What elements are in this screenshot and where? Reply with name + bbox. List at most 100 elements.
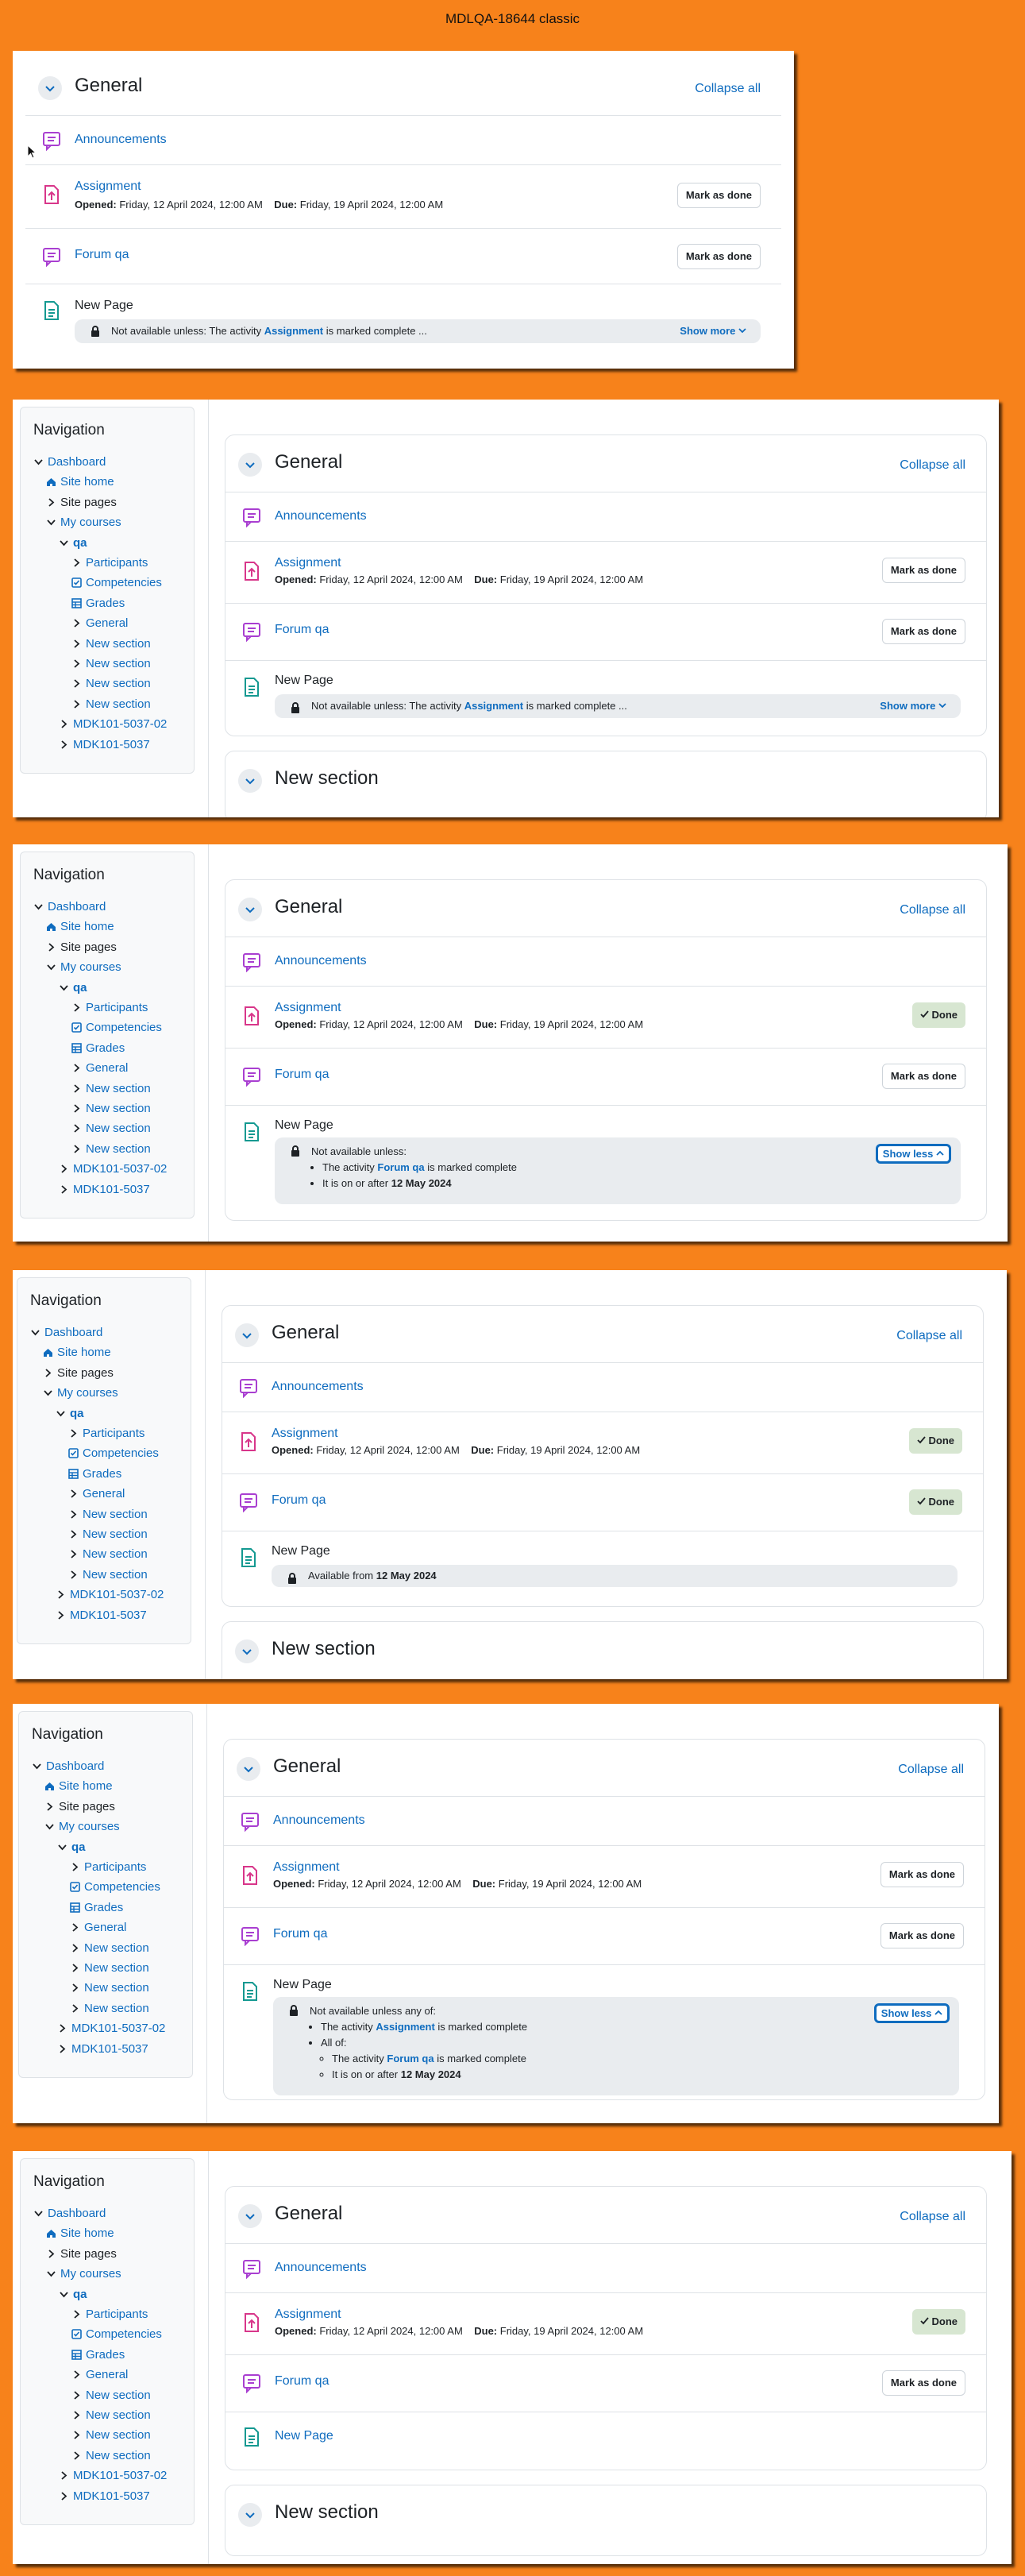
nav-item-competencies[interactable]: Competencies: [71, 1021, 162, 1034]
restriction-link[interactable]: Assignment: [464, 700, 523, 712]
collapse-all-link[interactable]: Collapse all: [900, 903, 965, 917]
collapse-all-link[interactable]: Collapse all: [900, 2210, 965, 2224]
show-less-button[interactable]: Show less: [875, 1144, 951, 1164]
mark-as-done-button[interactable]: Mark as done: [676, 183, 761, 208]
nav-item-new-section[interactable]: New section: [71, 697, 151, 711]
nav-item-new-section[interactable]: New section: [71, 2428, 151, 2442]
nav-item-grades[interactable]: Grades: [68, 1467, 121, 1481]
nav-item-participants[interactable]: Participants: [71, 1001, 148, 1014]
nav-item-new-section[interactable]: New section: [71, 1102, 151, 1115]
show-more-button[interactable]: Show more: [680, 325, 746, 337]
nav-item-my-courses[interactable]: My courses: [46, 960, 121, 974]
activity-link[interactable]: Forum qa: [275, 623, 329, 637]
nav-item-new-section[interactable]: New section: [71, 2408, 151, 2422]
nav-item-dashboard[interactable]: Dashboard: [30, 1326, 102, 1339]
nav-item-site-home[interactable]: Site home: [43, 1346, 111, 1359]
nav-item-course[interactable]: MDK101-5037-02: [59, 1162, 167, 1176]
nav-item-qa[interactable]: qa: [59, 981, 87, 994]
nav-item-new-section[interactable]: New section: [71, 2389, 151, 2402]
nav-item-dashboard[interactable]: Dashboard: [33, 455, 106, 469]
nav-item-competencies[interactable]: Competencies: [71, 576, 162, 589]
done-button[interactable]: Done: [911, 1002, 965, 1028]
nav-item-qa[interactable]: qa: [56, 1407, 84, 1420]
nav-item-site-home[interactable]: Site home: [46, 2226, 114, 2240]
nav-item-grades[interactable]: Grades: [71, 1041, 125, 1055]
activity-link[interactable]: Forum qa: [273, 1927, 327, 1941]
nav-item-my-courses[interactable]: My courses: [43, 1386, 118, 1400]
nav-item-new-section[interactable]: New section: [70, 1941, 149, 1955]
mark-as-done-button[interactable]: Mark as done: [881, 558, 965, 583]
nav-item-participants[interactable]: Participants: [70, 1860, 146, 1874]
nav-item-new-section[interactable]: New section: [71, 657, 151, 670]
activity-link[interactable]: Announcements: [275, 2261, 367, 2275]
nav-item-new-section[interactable]: New section: [71, 677, 151, 690]
nav-item-course[interactable]: MDK101-5037: [59, 2489, 150, 2503]
nav-item-participants[interactable]: Participants: [68, 1427, 145, 1440]
nav-item-site-pages[interactable]: Site pages: [44, 1800, 115, 1813]
activity-link[interactable]: Announcements: [273, 1813, 365, 1828]
nav-item-general[interactable]: General: [68, 1487, 125, 1500]
nav-item-course[interactable]: MDK101-5037: [59, 738, 150, 751]
nav-item-grades[interactable]: Grades: [71, 2348, 125, 2362]
nav-item-new-section[interactable]: New section: [70, 1981, 149, 1995]
nav-item-site-pages[interactable]: Site pages: [46, 496, 117, 509]
nav-item-qa[interactable]: qa: [57, 1840, 86, 1854]
done-button[interactable]: Done: [908, 1428, 962, 1454]
expand-section-button[interactable]: [238, 2503, 262, 2527]
activity-link[interactable]: Forum qa: [75, 248, 129, 262]
nav-item-general[interactable]: General: [70, 1921, 126, 1934]
nav-item-new-section[interactable]: New section: [68, 1508, 148, 1521]
nav-item-dashboard[interactable]: Dashboard: [32, 1759, 104, 1773]
nav-item-my-courses[interactable]: My courses: [46, 2267, 121, 2281]
activity-link[interactable]: Announcements: [275, 509, 367, 523]
expand-section-button[interactable]: [238, 769, 262, 793]
nav-item-course[interactable]: MDK101-5037-02: [57, 2022, 165, 2035]
nav-item-new-section[interactable]: New section: [68, 1527, 148, 1541]
nav-item-new-section[interactable]: New section: [70, 2002, 149, 2015]
nav-item-new-section[interactable]: New section: [68, 1568, 148, 1582]
collapse-section-button[interactable]: [238, 898, 262, 921]
activity-link[interactable]: New Page: [275, 2429, 333, 2443]
nav-item-general[interactable]: General: [71, 616, 128, 630]
activity-link[interactable]: Announcements: [75, 133, 167, 147]
nav-item-grades[interactable]: Grades: [70, 1901, 123, 1914]
show-less-button[interactable]: Show less: [873, 2003, 950, 2023]
restriction-link[interactable]: Forum qa: [387, 2053, 434, 2064]
nav-item-course[interactable]: MDK101-5037: [57, 2042, 148, 2056]
collapse-section-button[interactable]: [235, 1323, 259, 1347]
nav-item-course[interactable]: MDK101-5037-02: [59, 2469, 167, 2482]
nav-item-new-section[interactable]: New section: [71, 1122, 151, 1135]
activity-link[interactable]: Forum qa: [275, 1068, 329, 1082]
nav-item-participants[interactable]: Participants: [71, 2308, 148, 2321]
nav-item-new-section[interactable]: New section: [71, 1142, 151, 1156]
nav-item-new-section[interactable]: New section: [70, 1961, 149, 1975]
restriction-link[interactable]: Assignment: [264, 325, 323, 337]
mark-as-done-button[interactable]: Mark as done: [676, 244, 761, 269]
show-more-button[interactable]: Show more: [880, 700, 946, 712]
nav-item-my-courses[interactable]: My courses: [44, 1820, 120, 1833]
collapse-all-link[interactable]: Collapse all: [898, 1763, 964, 1777]
mark-as-done-button[interactable]: Mark as done: [881, 619, 965, 644]
done-button[interactable]: Done: [911, 2309, 965, 2335]
nav-item-course[interactable]: MDK101-5037: [56, 1609, 147, 1622]
activity-link[interactable]: Assignment: [273, 1860, 340, 1875]
nav-item-grades[interactable]: Grades: [71, 597, 125, 610]
activity-link[interactable]: Assignment: [75, 180, 141, 194]
nav-item-new-section[interactable]: New section: [71, 2449, 151, 2462]
activity-link[interactable]: Assignment: [272, 1427, 338, 1441]
activity-link[interactable]: Announcements: [275, 954, 367, 968]
nav-item-course[interactable]: MDK101-5037-02: [59, 717, 167, 731]
nav-item-new-section[interactable]: New section: [71, 637, 151, 651]
nav-item-site-home[interactable]: Site home: [44, 1779, 113, 1793]
nav-item-competencies[interactable]: Competencies: [71, 2327, 162, 2341]
nav-item-site-pages[interactable]: Site pages: [46, 2247, 117, 2261]
collapse-section-button[interactable]: [38, 76, 62, 100]
nav-item-new-section[interactable]: New section: [71, 1082, 151, 1095]
restriction-link[interactable]: Assignment: [376, 2021, 434, 2033]
nav-item-site-home[interactable]: Site home: [46, 475, 114, 489]
collapse-section-button[interactable]: [237, 1757, 260, 1781]
nav-item-qa[interactable]: qa: [59, 536, 87, 550]
nav-item-competencies[interactable]: Competencies: [68, 1446, 159, 1460]
mark-as-done-button[interactable]: Mark as done: [881, 2370, 965, 2396]
nav-item-site-home[interactable]: Site home: [46, 920, 114, 933]
